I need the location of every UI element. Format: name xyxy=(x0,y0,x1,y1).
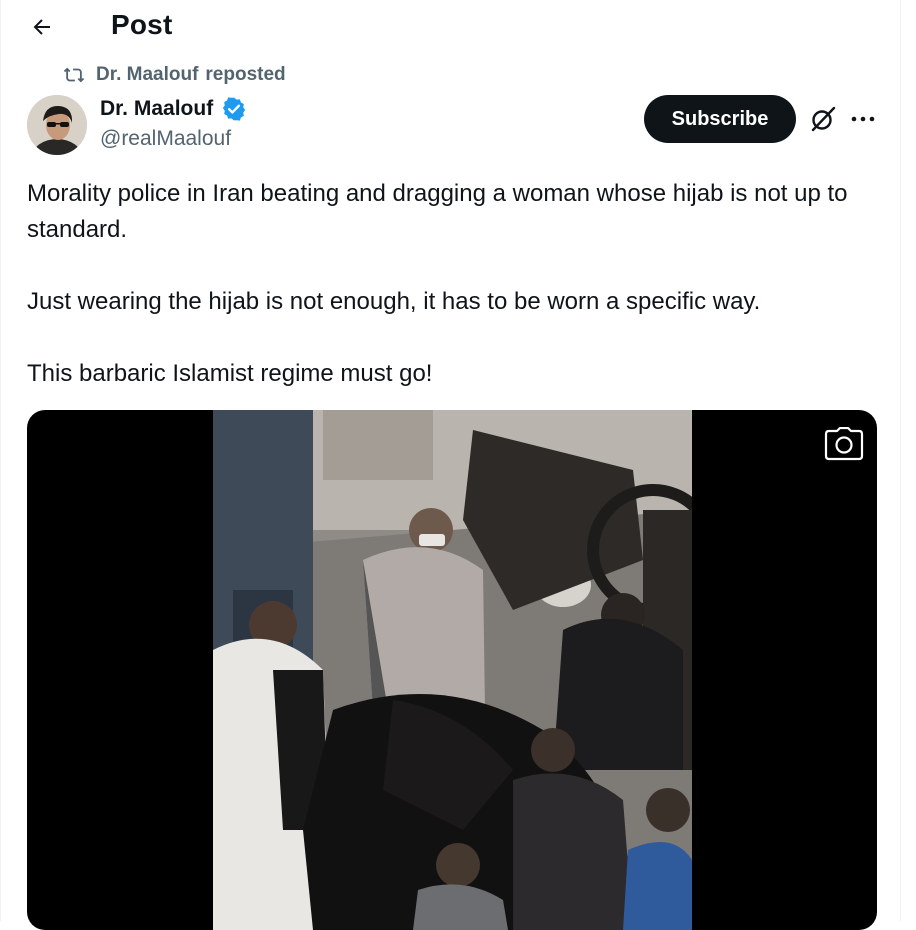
repost-context: Dr. Maalouf reposted xyxy=(62,64,286,86)
camera-icon xyxy=(824,427,864,461)
avatar[interactable] xyxy=(27,95,87,155)
grok-button[interactable] xyxy=(806,102,840,136)
tweet-text: Morality police in Iran beating and drag… xyxy=(27,176,877,392)
author-name[interactable]: Dr. Maalouf xyxy=(100,97,213,121)
subscribe-button[interactable]: Subscribe xyxy=(644,95,796,143)
tweet-paragraph: Morality police in Iran beating and drag… xyxy=(27,180,848,243)
page-title: Post xyxy=(111,9,173,40)
repost-user: Dr. Maalouf xyxy=(96,64,199,85)
author-name-row: Dr. Maalouf xyxy=(100,96,247,122)
column-border-right xyxy=(900,0,901,921)
back-button[interactable] xyxy=(24,10,60,44)
repost-icon xyxy=(63,67,85,83)
camera-button[interactable] xyxy=(821,424,867,464)
repost-label[interactable]: Dr. Maalouf reposted xyxy=(96,64,286,86)
arrow-left-icon xyxy=(33,19,50,35)
video-frame xyxy=(213,410,692,930)
post-header: Post xyxy=(0,0,900,53)
more-dots-icon xyxy=(851,116,875,122)
tweet-paragraph: Just wearing the hijab is not enough, it… xyxy=(27,288,761,315)
author-handle[interactable]: @realMaalouf xyxy=(100,127,231,151)
tweet-paragraph: This barbaric Islamist regime must go! xyxy=(27,360,433,387)
repost-action: reposted xyxy=(205,64,286,85)
tweet-video[interactable] xyxy=(27,410,877,930)
grok-icon xyxy=(811,106,836,132)
verified-badge-icon xyxy=(223,97,246,121)
more-button[interactable] xyxy=(846,102,880,136)
column-border-left xyxy=(0,0,1,921)
